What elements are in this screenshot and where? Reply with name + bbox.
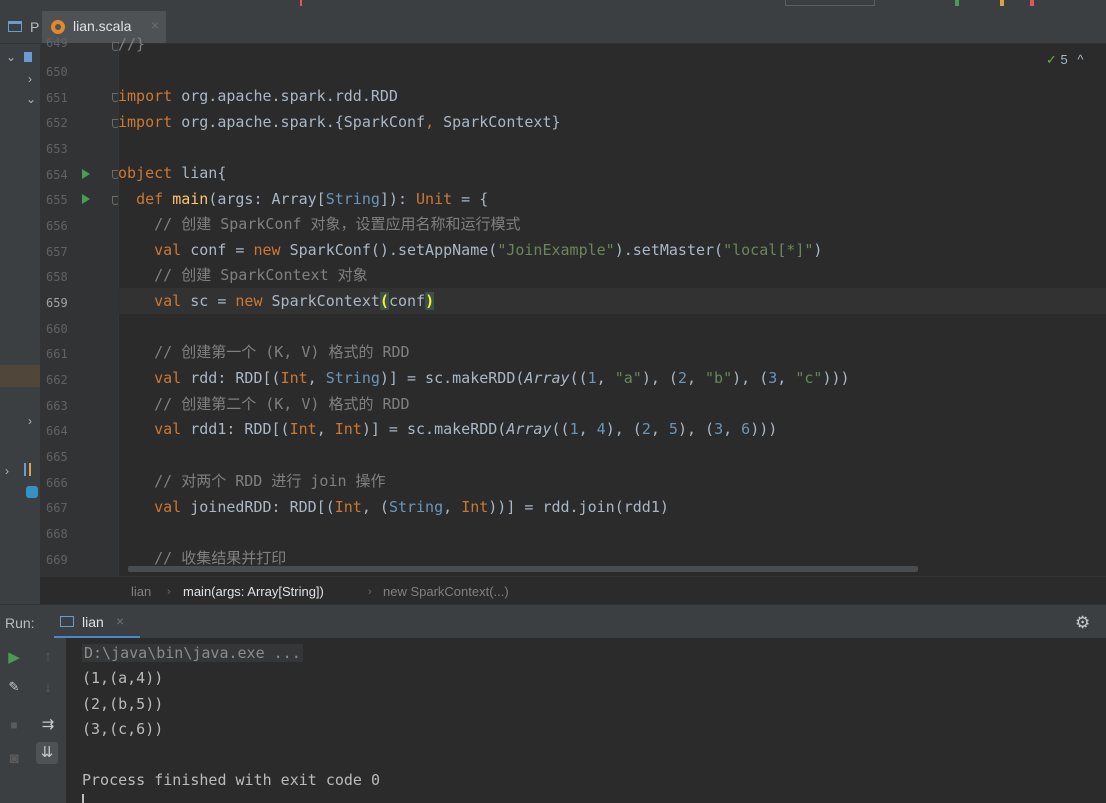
run-gutter-icon[interactable]: [82, 194, 90, 204]
code-line: // 对两个 RDD 进行 join 操作: [154, 472, 386, 490]
breadcrumb-item[interactable]: new SparkContext(...): [383, 584, 509, 599]
line-number: 655: [46, 193, 68, 207]
project-panel-strip: ⌄ › ⌄ › ›: [0, 44, 41, 604]
project-tab-label: P: [30, 19, 40, 35]
selected-node-highlight: [0, 365, 40, 387]
line-number: 652: [46, 116, 68, 130]
code-line: // 创建 SparkContext 对象: [154, 266, 368, 284]
line-number: 666: [46, 476, 68, 490]
code-line: object lian{: [118, 164, 227, 182]
code-line: import org.apache.spark.{SparkConf, Spar…: [118, 113, 561, 131]
camera-icon[interactable]: ◙: [4, 750, 24, 767]
folder-icon: [24, 52, 32, 62]
console-icon: [60, 616, 74, 627]
inspection-widget[interactable]: ✓ 5 ^: [1046, 52, 1084, 68]
matched-bracket: ): [425, 292, 435, 310]
line-number: 653: [46, 142, 68, 156]
close-icon[interactable]: ×: [116, 613, 124, 629]
code-line: val joinedRDD: RDD[(Int, (String, Int))]…: [154, 498, 669, 516]
scroll-to-end-icon[interactable]: ⇊: [36, 742, 58, 764]
breadcrumb-item[interactable]: lian: [131, 584, 151, 599]
line-number: 658: [46, 270, 68, 284]
gear-icon[interactable]: ⚙: [1075, 613, 1090, 633]
code-line: //}: [118, 35, 146, 53]
run-label: Run:: [5, 615, 35, 631]
scala-object-icon: [51, 20, 65, 34]
project-tool-button[interactable]: P: [0, 11, 42, 43]
horizontal-scrollbar[interactable]: [128, 566, 918, 572]
run-tab-label: lian: [82, 614, 104, 630]
code-line: // 创建 SparkConf 对象，设置应用名称和运行模式: [154, 215, 521, 233]
breadcrumb-item[interactable]: main(args: Array[String]): [183, 584, 324, 599]
chevron-up-icon[interactable]: ^: [1077, 52, 1083, 67]
line-number: 649: [46, 36, 68, 50]
line-number: 667: [46, 501, 68, 515]
stop-icon[interactable]: ■: [4, 718, 24, 732]
tab-run-lian[interactable]: lian ×: [54, 605, 140, 639]
line-number: 668: [46, 527, 68, 541]
line-number: 657: [46, 245, 68, 259]
line-number-current: 659: [46, 296, 68, 310]
line-number: 656: [46, 219, 68, 233]
breadcrumb-separator-icon: ›: [368, 586, 372, 598]
soft-wrap-icon[interactable]: ⇉: [38, 715, 58, 733]
run-gutter-icon[interactable]: [82, 169, 90, 179]
line-number: 651: [46, 91, 68, 105]
chevron-right-icon[interactable]: ›: [28, 414, 32, 428]
command-line[interactable]: D:\java\bin\java.exe ...: [82, 644, 303, 662]
code-line: val rdd1: RDD[(Int, Int)] = sc.makeRDD(A…: [154, 420, 778, 438]
console-line: (2,(b,5)): [82, 695, 164, 713]
scratches-icon: [26, 486, 38, 498]
code-line: // 创建第一个 (K, V) 格式的 RDD: [154, 343, 410, 361]
line-number: 665: [46, 450, 68, 464]
line-number: 669: [46, 553, 68, 567]
run-tool-window-header: Run: lian × ⚙: [0, 604, 1106, 639]
check-icon: ✓: [1046, 52, 1057, 67]
breadcrumb: lian › main(args: Array[String]) › new S…: [40, 576, 1106, 605]
arrow-down-icon[interactable]: ↓: [38, 679, 58, 696]
run-toolbar: ▶ ↑ ✎ ↓ ■ ⇉ ◙ ⇊: [0, 638, 66, 803]
line-number: 654: [46, 168, 68, 182]
code-line: def main(args: Array[String]): Unit = {: [136, 190, 489, 208]
chevron-right-icon[interactable]: ›: [28, 72, 32, 86]
line-number: 661: [46, 347, 68, 361]
breadcrumb-separator-icon: ›: [167, 586, 171, 598]
wrench-icon[interactable]: ✎: [4, 679, 24, 695]
line-number-gutter: 649 650 651 652 653 654 655 656 657 658 …: [40, 36, 119, 576]
console-line: D:\java\bin\java.exe ...: [82, 644, 303, 662]
arrow-up-icon[interactable]: ↑: [38, 648, 58, 665]
libraries-icon: [24, 463, 31, 476]
code-line: val rdd: RDD[(Int, String)] = sc.makeRDD…: [154, 369, 850, 387]
top-toolbar-strip: [0, 0, 1106, 11]
code-line: import org.apache.spark.rdd.RDD: [118, 87, 398, 105]
code-line: // 创建第二个 (K, V) 格式的 RDD: [154, 395, 410, 413]
code-editor[interactable]: //} import org.apache.spark.rdd.RDD impo…: [118, 35, 1106, 576]
inspection-count: 5: [1060, 52, 1068, 67]
line-number: 650: [46, 65, 68, 79]
chevron-down-icon[interactable]: ⌄: [6, 50, 16, 64]
console-line: Process finished with exit code 0: [82, 771, 381, 789]
line-number: 663: [46, 399, 68, 413]
rerun-icon[interactable]: ▶: [4, 648, 24, 666]
project-icon: [8, 21, 22, 32]
console-line: (1,(a,4)): [82, 669, 164, 687]
code-line: val conf = new SparkConf().setAppName("J…: [154, 241, 823, 259]
text-cursor: [82, 794, 84, 803]
line-number: 662: [46, 373, 68, 387]
console-line: (3,(c,6)): [82, 720, 164, 738]
line-number: 660: [46, 322, 68, 336]
chevron-right-icon[interactable]: ›: [5, 464, 9, 478]
console-output[interactable]: D:\java\bin\java.exe ... (1,(a,4)) (2,(b…: [66, 638, 1106, 803]
matched-bracket: (: [379, 292, 389, 310]
line-number: 664: [46, 424, 68, 438]
chevron-down-icon[interactable]: ⌄: [26, 92, 36, 106]
code-line-current: val sc = new SparkContext(conf): [118, 288, 1106, 314]
